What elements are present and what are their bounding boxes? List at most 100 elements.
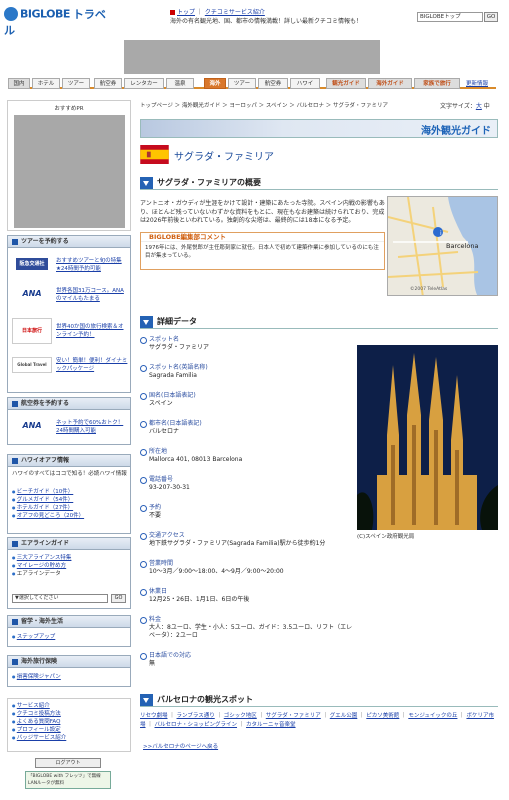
banner-title: 海外観光ガイド [421,126,491,137]
insurance-box: 海外旅行保険 損害保険ジャパン [7,655,131,687]
site-select[interactable]: BIGLOBEトップ [417,12,483,22]
tour-link[interactable]: 世界40か国の旅行検索＆オンライン予約！ [56,323,128,339]
updates-link[interactable]: 更新情報 [466,79,488,87]
detail-item: 予約 不要 [140,504,355,520]
hawaii-link[interactable]: ホテルガイド（27件） [17,505,73,511]
back-to-barcelona-link[interactable]: >>バルセロナのページへ戻る [143,742,218,750]
nihonryoko-logo[interactable]: 日本旅行 [12,318,52,344]
airline-title: エアラインガイド [8,538,130,550]
insurance-link[interactable]: 損害保険ジャパン [17,674,61,680]
detail-item: 交通アクセス 地下鉄サグラダ・ファミリア(Sagrada Familia)駅から徒… [140,532,355,548]
detail-item: スポット名 サグラダ・ファミリア [140,336,355,352]
arrow-down-icon [140,316,153,328]
font-large-link[interactable]: 大 [476,103,482,110]
detail-item: 日本語での対応無 [140,652,355,668]
tour-link[interactable]: 安い！簡単！便利！ダイナミックパッケージ [56,357,128,373]
airline-box: エアラインガイド 三大アライアンス特集 マイレージの貯め方 エアラインデータ ▼… [7,537,131,609]
global-travel-logo[interactable]: Global Travel [12,357,52,373]
detail-item: 料金 大人：8ユーロ、学生・小人：5ユーロ、ガイド：3.5ユーロ、リフト（エレベー… [140,616,355,640]
service-link[interactable]: サービス紹介 [17,703,50,709]
spot-description: アントニオ・ガウディが生涯をかけて設計・建築にあたった寺院。スペイン内戦の影響も… [140,200,385,224]
spot-link[interactable]: カタルーニャ音楽堂 [246,722,296,728]
tour-item: 日本旅行 世界40か国の旅行検索＆オンライン予約！ [12,315,128,347]
tab-family-travel[interactable]: 家族で旅行 [414,78,460,89]
service-box: サービス紹介 クチコミ投稿方法 よくある質問FAQ プロフィール設定 バッジサー… [7,698,131,752]
tab-overseas-tour[interactable]: ツアー [228,78,256,89]
breadcrumb[interactable]: トップページ ＞ 海外観光ガイド ＞ ヨーロッパ ＞ スペイン ＞ バルセロナ … [140,101,388,109]
arrow-down-icon [140,177,153,189]
ana-logo[interactable]: ANA [12,415,52,437]
tour-item: Global Travel 安い！簡単！便利！ダイナミックパッケージ [12,353,128,379]
biglobe-travel-logo[interactable]: BIGLOBE トラベル [4,6,116,37]
detail-item: 営業時間 10～3月／9:00～18:00、4～9月／9:00～20:00 [140,560,355,576]
airline-links: 三大アライアンス特集 マイレージの貯め方 エアラインデータ [12,554,128,578]
airline-data-label: エアラインデータ [16,571,61,577]
spot-link[interactable]: ピカソ美術館 [366,713,399,719]
tab-kanko-guide[interactable]: 観光ガイド [326,78,366,89]
ad-banner[interactable] [124,40,380,74]
hankyu-logo[interactable]: 阪急交通社 [16,258,48,270]
tab-domestic[interactable]: 国内 [8,78,30,89]
study-link[interactable]: ステップアップ [17,634,56,640]
hawaii-link[interactable]: グルメガイド（54件） [17,497,74,503]
spot-links: リセウ劇場 ｜ ランブラス通り ｜ ゴシック地区 ｜ サグラダ・ファミリア ｜ … [140,713,494,728]
tab-overseas[interactable]: 海外 [204,78,226,89]
editor-comment-title: BIGLOBE編集部コメント [141,233,384,242]
air-item: ANA ネット予約で60%おトク！24時間購入可能 [12,415,128,441]
top-link[interactable]: トップ [177,9,195,16]
spot-link[interactable]: サグラダ・ファミリア [266,713,321,719]
square-icon [170,10,175,15]
pr-image[interactable] [14,115,125,228]
service-link[interactable]: クチコミ投稿方法 [17,711,61,717]
spot-link[interactable]: モンジュイックの丘 [408,713,457,719]
kuchikomi-service-link[interactable]: クチコミサービス紹介 [205,9,265,16]
hawaii-intro: ハワイのすべてはココで知る！必読ハワイ情報 [12,471,127,477]
editor-comment-text: 1976年には、外尾悦郎が主任彫刻家に就任。日本人で初めて建築作業に参加している… [145,245,379,259]
airline-link[interactable]: 三大アライアンス特集 [17,555,72,561]
tour-link[interactable]: おすすめツアーと旬の特集★24時間予約可能 [56,257,128,273]
location-map[interactable]: i Barcelona ©2007 TeleAtlas [387,196,498,296]
hawaii-box: ハワイオアフ情報 ハワイのすべてはココで知る！必読ハワイ情報 ビーチガイド（10… [7,454,131,534]
spot-link[interactable]: リセウ劇場 [140,713,168,719]
service-link[interactable]: バッジサービス紹介 [17,735,67,741]
detail-item: 電話番号 93-207-30-31 [140,476,355,492]
go-button[interactable]: GO [484,12,498,22]
font-mid-label: 中 [483,103,490,110]
tour-link[interactable]: 世界各国31万コース。ANAのマイルもたまる [56,287,128,303]
tab-kaigai-guide[interactable]: 海外ガイド [368,78,412,89]
spot-link[interactable]: ランブラス通り [177,713,215,719]
tab-air[interactable]: 航空券 [94,78,122,89]
spot-link[interactable]: ゴシック地区 [224,713,257,719]
tour-title: ツアーを予約する [8,236,130,248]
detail-item: 休業日 12月25・26日、1月1日、6日の午後 [140,588,355,604]
editor-comment: BIGLOBE編集部コメント 1976年には、外尾悦郎が主任彫刻家に就任。日本人… [140,232,385,270]
spot-link[interactable]: グエル公園 [330,713,358,719]
tab-rentacar[interactable]: レンタカー [124,78,164,89]
service-link[interactable]: プロフィール設定 [17,727,61,733]
tab-tour[interactable]: ツアー [62,78,90,89]
tab-hotel[interactable]: ホテル [32,78,60,89]
tour-item: ANA 世界各国31万コース。ANAのマイルもたまる [12,283,128,309]
airline-link[interactable]: マイレージの貯め方 [17,563,66,569]
air-link[interactable]: ネット予約で60%おトク！24時間購入可能 [56,419,128,435]
service-link[interactable]: よくある質問FAQ [17,719,61,725]
header-message: 海外の有名観光地、国、都市の情報満載！詳しい最新クチコミ情報も！ [170,18,363,25]
page-title: サグラダ・ファミリア [174,152,274,163]
airline-select[interactable]: ▼選択してください [12,594,108,603]
ana-logo[interactable]: ANA [12,283,52,305]
flets-ad-banner[interactable]: 「BIGLOBE with フレッツ」で無線LANルータが無料 [25,771,111,789]
tab-overseas-air[interactable]: 航空券 [258,78,288,89]
hawaii-link[interactable]: ビーチガイド（10件） [17,489,74,495]
spots-header: バルセロナの観光スポット [140,693,498,707]
spot-link[interactable]: バルセロナ・ショッピングライン [155,722,238,728]
tab-hawaii[interactable]: ハワイ [290,78,320,89]
pr-box: おすすめPR [7,100,131,231]
sagrada-familia-photo [357,345,498,530]
logout-button[interactable]: ログアウト [35,758,101,768]
insurance-title: 海外旅行保険 [8,656,130,668]
detail-item: 都市名(日本語表記) バルセロナ [140,420,355,436]
airline-go-button[interactable]: GO [111,594,126,603]
hawaii-link[interactable]: オアフの見どころ（20件） [17,513,84,519]
pr-title: おすすめPR [54,106,84,112]
tab-onsen[interactable]: 温泉 [166,78,194,89]
